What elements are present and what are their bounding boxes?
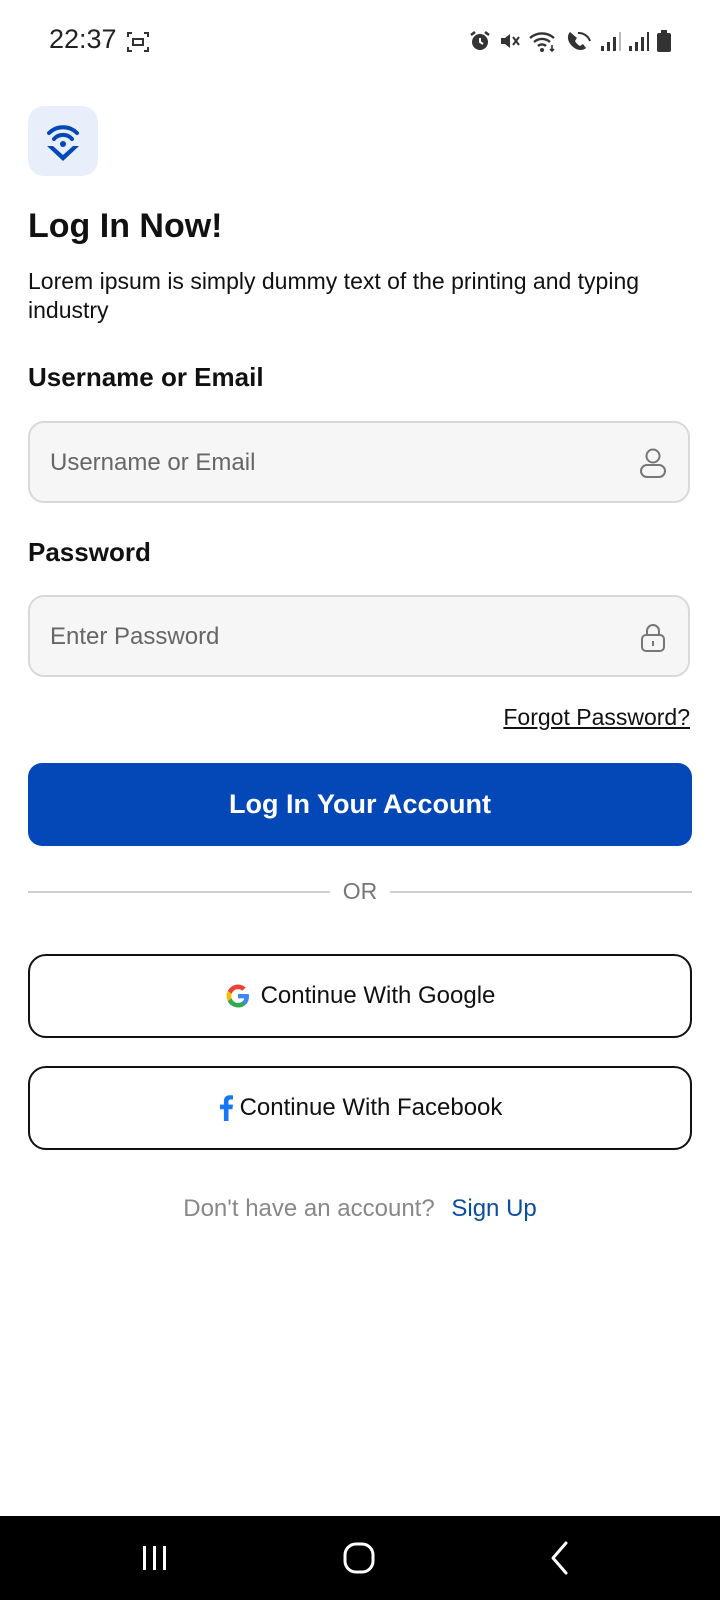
mute-icon [501, 34, 520, 48]
wifi-location-pin-icon [47, 125, 79, 161]
status-icons [468, 28, 672, 54]
signup-row: Don't have an account? Sign Up [0, 1195, 720, 1223]
signal-icon [629, 32, 649, 51]
wifi-calling-icon [567, 32, 591, 51]
password-field[interactable] [28, 595, 690, 677]
forgot-password-link[interactable]: Forgot Password? [503, 704, 690, 731]
facebook-icon [219, 1095, 233, 1121]
password-label: Password [28, 537, 151, 567]
recents-icon[interactable] [140, 1536, 170, 1580]
facebook-button-label: Continue With Facebook [239, 1094, 503, 1121]
wifi-icon [529, 32, 555, 53]
facebook-button[interactable]: Continue With Facebook [28, 1066, 692, 1150]
username-input[interactable] [48, 423, 612, 503]
divider-line-left [28, 891, 330, 893]
login-button[interactable]: Log In Your Account [28, 763, 692, 846]
status-time: 22:37 [49, 24, 117, 54]
screenshot-icon [127, 32, 149, 52]
battery-icon [657, 30, 671, 52]
divider-or: OR [342, 878, 378, 904]
google-button[interactable]: Continue With Google [28, 954, 692, 1038]
signup-link[interactable]: Sign Up [451, 1195, 536, 1222]
signal-icon [601, 32, 621, 51]
status-bar: 22:37 [0, 0, 720, 82]
signup-prompt: Don't have an account? [183, 1195, 435, 1222]
page-title: Log In Now! [28, 207, 223, 245]
user-icon [640, 448, 666, 478]
username-field[interactable] [28, 421, 690, 503]
alarm-icon [470, 31, 490, 50]
lock-icon [641, 624, 665, 652]
navigation-bar [0, 1516, 720, 1600]
divider-line-right [390, 891, 692, 893]
home-icon[interactable] [340, 1536, 380, 1580]
username-label: Username or Email [28, 362, 264, 392]
password-input[interactable] [48, 597, 612, 677]
google-button-label: Continue With Google [260, 982, 496, 1009]
back-icon[interactable] [545, 1536, 575, 1580]
page-subtitle: Lorem ipsum is simply dummy text of the … [28, 268, 640, 323]
app-logo [28, 106, 98, 176]
google-icon [226, 984, 249, 1008]
